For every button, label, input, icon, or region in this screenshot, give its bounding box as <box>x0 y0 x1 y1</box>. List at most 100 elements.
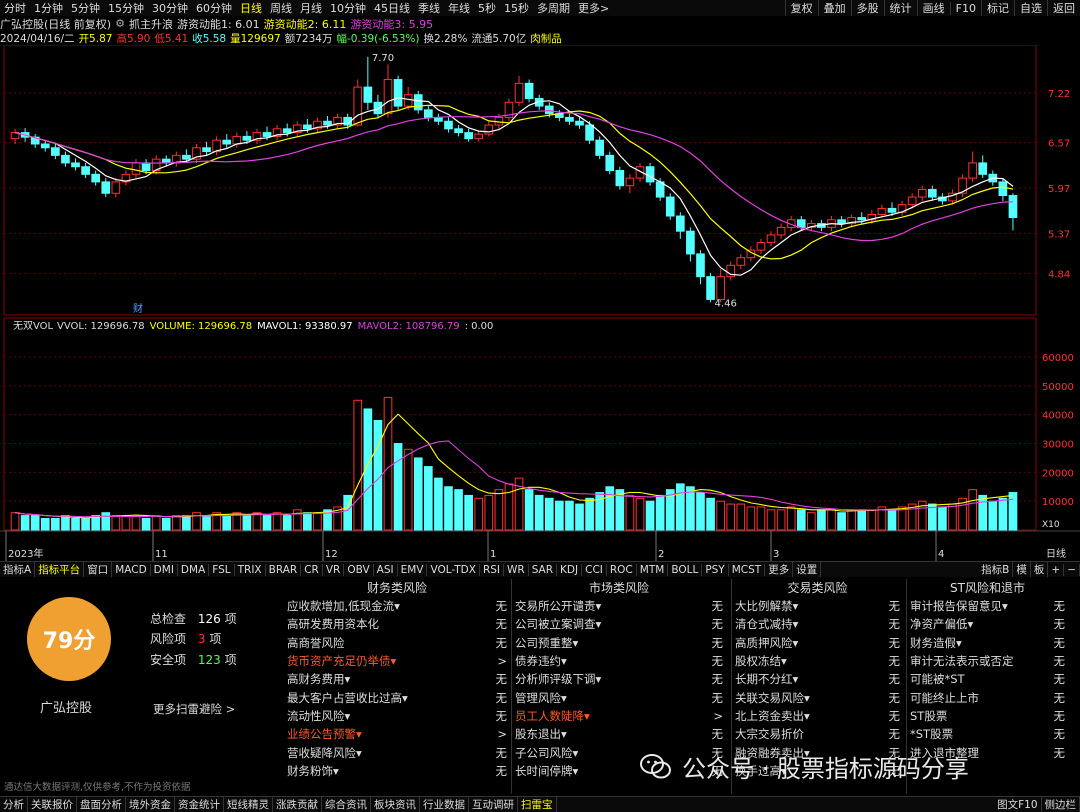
more-scan-link[interactable]: 更多扫雷避险 > <box>153 701 235 717</box>
status-tab-8[interactable]: 板块资讯 <box>371 797 420 812</box>
indicator-tab-3[interactable]: MACD <box>112 563 151 576</box>
risk-item[interactable]: 管理风险▾ 无 <box>515 688 723 706</box>
risk-item[interactable]: 财务粉饰▾ 无 <box>287 762 507 780</box>
indicator-tab-4[interactable]: DMI <box>151 563 178 576</box>
risk-item[interactable]: 关联交易风险▾ 无 <box>735 688 900 706</box>
toolbar-button-2[interactable]: 多股 <box>850 0 884 16</box>
toolbar-button-6[interactable]: 标记 <box>981 0 1014 16</box>
tabbar-right-1[interactable]: 模 <box>1013 562 1031 577</box>
indicator-tab-22[interactable]: BOLL <box>668 563 703 576</box>
timeframe-13[interactable]: 5秒 <box>474 0 500 16</box>
timeframe-5[interactable]: 60分钟 <box>192 0 236 16</box>
risk-item[interactable]: 货币资产充足仍举债▾ > <box>287 652 507 670</box>
timeframe-16[interactable]: 更多> <box>574 0 613 16</box>
risk-item[interactable]: 高研发费用资本化 无 <box>287 615 507 633</box>
status-tab-2[interactable]: 盘面分析 <box>77 797 126 812</box>
indicator-tab-18[interactable]: KDJ <box>557 563 583 576</box>
timeframe-10[interactable]: 45日线 <box>370 0 414 16</box>
status-tab-7[interactable]: 综合资讯 <box>322 797 371 812</box>
indicator-tab-25[interactable]: 更多 <box>765 562 794 577</box>
tabbar-right-2[interactable]: 板 <box>1031 562 1049 577</box>
risk-item[interactable]: 北上资金卖出▾ 无 <box>735 707 900 725</box>
timeframe-2[interactable]: 5分钟 <box>67 0 104 16</box>
timeframe-15[interactable]: 多周期 <box>533 0 574 16</box>
indicator-tab-9[interactable]: CR <box>301 563 323 576</box>
indicator-tab-11[interactable]: OBV <box>344 563 374 576</box>
indicator-tab-5[interactable]: DMA <box>178 563 210 576</box>
timeframe-7[interactable]: 周线 <box>266 0 296 16</box>
toolbar-button-0[interactable]: 复权 <box>784 0 818 16</box>
status-tab-11[interactable]: 扫雷宝 <box>518 797 557 812</box>
indicator-tab-26[interactable]: 设置 <box>793 562 822 577</box>
risk-item[interactable]: 审计无法表示或否定 无 <box>910 652 1065 670</box>
status-right-0[interactable]: 图文F10 <box>994 797 1042 812</box>
timeframe-14[interactable]: 15秒 <box>500 0 533 16</box>
timeframe-8[interactable]: 月线 <box>296 0 326 16</box>
timeframe-6[interactable]: 日线 <box>236 0 266 16</box>
risk-item[interactable]: 债券违约▾ 无 <box>515 652 723 670</box>
risk-item[interactable]: 分析师评级下调▾ 无 <box>515 670 723 688</box>
indicator-tab-15[interactable]: RSI <box>480 563 504 576</box>
tabbar-right-0[interactable]: 指标B <box>978 562 1014 577</box>
kline-chart[interactable]: 7.22 6.57 5.97 5.37 4.84 7.70 4.46 财无双VOL VVOL: … <box>0 45 1080 561</box>
indicator-tab-1[interactable]: 指标平台 <box>35 562 85 577</box>
risk-item[interactable]: 股权冻结▾ 无 <box>735 652 900 670</box>
risk-item[interactable]: 高财务费用▾ 无 <box>287 670 507 688</box>
risk-item[interactable]: 营收疑降风险▾ 无 <box>287 743 507 761</box>
indicator-tab-17[interactable]: SAR <box>529 563 558 576</box>
risk-item[interactable]: 可能终止上市 无 <box>910 688 1065 706</box>
indicator-tab-24[interactable]: MCST <box>729 563 766 576</box>
timeframe-9[interactable]: 10分钟 <box>326 0 370 16</box>
tabbar-right-3[interactable]: + <box>1048 563 1065 576</box>
indicator-tab-8[interactable]: BRAR <box>266 563 302 576</box>
indicator-tab-16[interactable]: WR <box>504 563 529 576</box>
indicator-tab-19[interactable]: CCI <box>582 563 607 576</box>
timeframe-3[interactable]: 15分钟 <box>104 0 148 16</box>
risk-item[interactable]: 长期不分红▾ 无 <box>735 670 900 688</box>
indicator-tab-23[interactable]: PSY <box>702 563 729 576</box>
timeframe-1[interactable]: 1分钟 <box>30 0 67 16</box>
toolbar-button-4[interactable]: 画线 <box>916 0 950 16</box>
risk-item[interactable]: 高质押风险▾ 无 <box>735 634 900 652</box>
status-tab-9[interactable]: 行业数据 <box>420 797 469 812</box>
risk-item[interactable]: 可能被*ST 无 <box>910 670 1065 688</box>
risk-item[interactable]: 公司预重整▾ 无 <box>515 634 723 652</box>
risk-item[interactable]: 应收款增加,低现金流▾ 无 <box>287 597 507 615</box>
risk-item[interactable]: 交易所公开谴责▾ 无 <box>515 597 723 615</box>
timeframe-12[interactable]: 年线 <box>444 0 474 16</box>
risk-item[interactable]: 最大客户占营收比过高▾ 无 <box>287 688 507 706</box>
risk-item[interactable]: 公司被立案调查▾ 无 <box>515 615 723 633</box>
risk-item[interactable]: 大宗交易折价 无 <box>735 725 900 743</box>
risk-item[interactable]: 净资产偏低▾ 无 <box>910 615 1065 633</box>
toolbar-button-3[interactable]: 统计 <box>883 0 917 16</box>
status-tab-6[interactable]: 涨跌贡献 <box>273 797 322 812</box>
status-tab-4[interactable]: 资金统计 <box>175 797 224 812</box>
indicator-tab-10[interactable]: VR <box>323 563 345 576</box>
risk-item[interactable]: 清仓式减持▾ 无 <box>735 615 900 633</box>
status-right-1[interactable]: 侧边栏 <box>1042 797 1080 812</box>
indicator-tab-0[interactable]: 指标A <box>0 562 36 577</box>
risk-item[interactable]: 审计报告保留意见▾ 无 <box>910 597 1065 615</box>
risk-item[interactable]: 员工人数陡降▾ > <box>515 707 723 725</box>
risk-item[interactable]: 流动性风险▾ 无 <box>287 707 507 725</box>
toolbar-button-8[interactable]: 返回 <box>1047 0 1080 16</box>
gear-icon[interactable]: ⚙ <box>115 17 125 30</box>
timeframe-0[interactable]: 分时 <box>0 0 30 16</box>
risk-item[interactable]: 财务造假▾ 无 <box>910 634 1065 652</box>
timeframe-11[interactable]: 季线 <box>414 0 444 16</box>
indicator-tab-14[interactable]: VOL-TDX <box>427 563 480 576</box>
status-tab-5[interactable]: 短线精灵 <box>224 797 273 812</box>
risk-item[interactable]: 大比例解禁▾ 无 <box>735 597 900 615</box>
risk-item[interactable]: *ST股票 无 <box>910 725 1065 743</box>
timeframe-4[interactable]: 30分钟 <box>148 0 192 16</box>
risk-item[interactable]: 高商誉风险 无 <box>287 634 507 652</box>
risk-item[interactable]: ST股票 无 <box>910 707 1065 725</box>
risk-item[interactable]: 业绩公告预警▾ > <box>287 725 507 743</box>
toolbar-button-7[interactable]: 自选 <box>1014 0 1047 16</box>
indicator-tab-7[interactable]: TRIX <box>235 563 266 576</box>
status-tab-10[interactable]: 互动调研 <box>469 797 518 812</box>
indicator-tab-6[interactable]: FSL <box>209 563 235 576</box>
indicator-tab-2[interactable]: 窗口 <box>84 562 113 577</box>
status-tab-0[interactable]: 分析 <box>0 797 28 812</box>
indicator-tab-13[interactable]: EMV <box>398 563 428 576</box>
